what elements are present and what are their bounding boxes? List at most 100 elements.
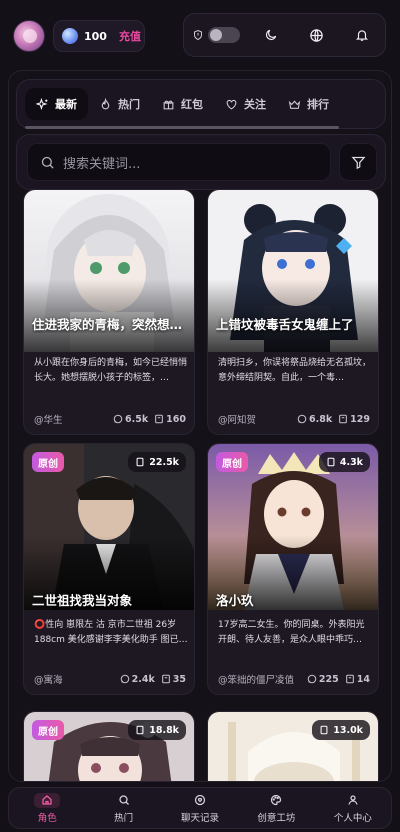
language-button[interactable]	[293, 13, 339, 57]
chat-pill: 4.3k	[318, 452, 370, 472]
top-bar: 100 充值	[0, 0, 400, 70]
tab-label: 红包	[181, 98, 203, 111]
fan-count: 14	[345, 674, 370, 685]
coin-balance[interactable]: 100 充值	[53, 20, 145, 52]
privacy-toggle[interactable]	[184, 13, 248, 57]
tab-label: 排行	[307, 98, 329, 111]
fan-count-value: 160	[166, 413, 186, 425]
nav-chat-history[interactable]: 聊天记录	[162, 788, 238, 828]
fan-count: 35	[161, 674, 186, 685]
toggle-switch[interactable]	[207, 27, 240, 43]
character-card[interactable]: 13.0k	[207, 711, 379, 781]
card-footer: @笨拙的僵尸凌值 225 14	[218, 672, 370, 687]
heart-icon	[226, 99, 237, 109]
character-card[interactable]: 原创 22.5k 二世祖找我当对象 ⭕性向 崽限左 沽 京市二世祖 26岁 18…	[23, 443, 195, 695]
card-author[interactable]: @笨拙的僵尸凌值	[218, 672, 301, 686]
bookmark-icon	[339, 414, 348, 424]
original-badge: 原创	[32, 720, 64, 740]
notification-button[interactable]	[339, 13, 385, 57]
globe-icon	[310, 28, 323, 42]
user-icon	[348, 795, 358, 805]
nav-hot[interactable]: 热门	[85, 788, 161, 828]
bottom-nav: 角色 热门 聊天记录 创意工坊 个人中心	[8, 787, 392, 829]
card-title: 住进我家的青梅，突然想…	[32, 317, 183, 332]
main-panel: 最新 热门 红包 关注 排行 搜索关键词... 住进我家的青梅，突然想… 从小跟…	[8, 70, 392, 782]
chat-bubble-icon	[297, 414, 307, 424]
nav-label: 创意工坊	[257, 812, 296, 824]
sparkle-icon	[36, 97, 48, 110]
card-title: 洛小玖	[216, 593, 254, 608]
search-icon	[118, 795, 129, 805]
home-icon	[42, 795, 52, 805]
chat-count: 2.4k	[120, 674, 155, 685]
bell-icon	[356, 30, 369, 41]
tab-follow[interactable]: 关注	[214, 88, 277, 120]
nav-label: 个人中心	[333, 812, 372, 824]
chat-pill: 18.8k	[128, 720, 186, 740]
character-card[interactable]: 上错坟被毒舌女鬼缠上了 清明扫乡，你误将祭品烧给无名孤坟，意外缔结阴契。自此，一…	[207, 189, 379, 435]
theme-button[interactable]	[248, 13, 294, 57]
nav-profile[interactable]: 个人中心	[315, 788, 391, 828]
chat-pill-value: 4.3k	[339, 456, 363, 468]
bookmark-icon	[136, 457, 144, 467]
original-badge: 原创	[216, 452, 248, 472]
nav-workshop[interactable]: 创意工坊	[238, 788, 314, 828]
chat-bubble-icon	[120, 674, 129, 684]
filter-icon	[350, 156, 366, 169]
chat-pill: 13.0k	[312, 720, 370, 740]
avatar[interactable]	[13, 20, 45, 52]
filter-button[interactable]	[339, 143, 377, 181]
chat-count-value: 6.8k	[309, 413, 333, 425]
character-card[interactable]: 住进我家的青梅，突然想… 从小跟在你身后的青梅，如今已经悄悄长大。她想摆脱小孩子…	[23, 189, 195, 435]
shield-icon	[193, 29, 202, 41]
tab-ranking[interactable]: 排行	[277, 88, 340, 120]
original-badge: 原创	[32, 452, 64, 472]
card-author[interactable]: @阿知贺	[218, 412, 291, 426]
toolbar	[183, 13, 386, 57]
card-description: 17岁高二女生。你的同桌。外表阳光开朗、待人友善，是众人眼中乖巧…	[218, 620, 365, 645]
card-footer: @华生 6.5k 160	[34, 412, 186, 427]
card-author[interactable]: @寓海	[34, 672, 114, 686]
chat-count-value: 225	[318, 673, 339, 685]
nav-label: 角色	[37, 812, 57, 824]
tab-red-packet[interactable]: 红包	[151, 88, 214, 120]
card-description: 从小跟在你身后的青梅，如今已经悄悄长大。她想摆脱小孩子的标签，…	[34, 358, 188, 383]
chat-pill-value: 22.5k	[149, 456, 179, 468]
character-card[interactable]: 原创 18.8k	[23, 711, 195, 781]
chat-bubble-icon	[307, 674, 317, 684]
chat-pill: 22.5k	[128, 452, 186, 472]
nav-role[interactable]: 角色	[9, 788, 85, 828]
chat-count: 225	[307, 674, 339, 685]
card-title: 二世祖找我当对象	[32, 593, 133, 608]
nav-label: 聊天记录	[181, 812, 220, 824]
flame-icon	[101, 97, 110, 109]
palette-icon	[271, 794, 282, 806]
crown-icon	[288, 99, 301, 109]
chat-count: 6.8k	[297, 414, 332, 425]
bookmark-icon	[161, 674, 170, 684]
bookmark-icon	[327, 457, 335, 467]
bookmark-icon	[345, 674, 354, 684]
chat-count: 6.5k	[113, 414, 148, 425]
tab-scrollbar[interactable]	[25, 126, 339, 129]
card-author[interactable]: @华生	[34, 412, 107, 426]
bookmark-icon	[320, 725, 328, 735]
fan-count-value: 129	[350, 413, 370, 425]
chat-count-value: 2.4k	[131, 673, 155, 685]
search-input[interactable]: 搜索关键词...	[27, 143, 331, 181]
search-placeholder: 搜索关键词...	[63, 156, 141, 172]
nav-label: 热门	[114, 812, 134, 824]
search-icon	[41, 156, 54, 169]
search-bar: 搜索关键词...	[16, 134, 386, 190]
coin-count: 100	[84, 29, 107, 43]
fan-count: 160	[154, 414, 186, 425]
recharge-button[interactable]: 充值	[119, 28, 141, 44]
tab-hot[interactable]: 热门	[88, 88, 151, 120]
tab-latest[interactable]: 最新	[25, 88, 88, 120]
card-title: 上错坟被毒舌女鬼缠上了	[216, 317, 354, 332]
bookmark-icon	[136, 725, 144, 735]
chat-count-value: 6.5k	[125, 413, 149, 425]
character-card[interactable]: 原创 4.3k 洛小玖 17岁高二女生。你的同桌。外表阳光开朗、待人友善，是众人…	[207, 443, 379, 695]
chat-heart-icon	[194, 794, 206, 806]
card-description: 清明扫乡，你误将祭品烧给无名孤坟，意外缔结阴契。自此，一个毒…	[218, 358, 372, 383]
